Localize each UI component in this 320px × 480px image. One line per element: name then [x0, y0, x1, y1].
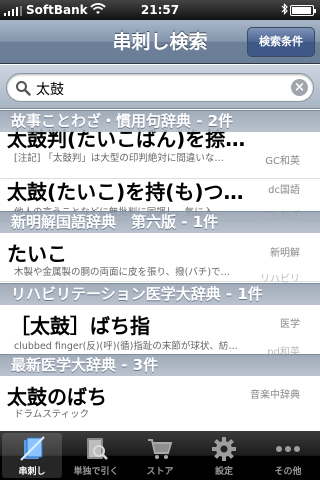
section-header: 故事ことわざ・慣用句辞典 - 2件 — [0, 110, 320, 132]
tab-label: ストア — [146, 467, 174, 477]
section-header: リハビリテーション医学大辞典 - 1件 — [0, 283, 320, 305]
battery-icon — [290, 5, 316, 16]
tab-skewer-search[interactable]: 串刺し — [2, 433, 62, 478]
clock-label: 21:57 — [140, 3, 180, 17]
status-bar: SoftBank 21:57 — [0, 0, 320, 20]
result-snippet: ドラムスティック — [14, 409, 90, 420]
result-snippet: [注記] 「太鼓判」は大型の印判絶対に間違いな… — [14, 153, 224, 164]
clear-search-icon[interactable]: × — [291, 79, 308, 96]
result-dictionary: GC和英 — [265, 156, 300, 167]
section-header: 新明解国語辞典 第六版 - 1件 — [0, 211, 320, 233]
tab-label: 設定 — [214, 467, 233, 477]
result-row[interactable]: ［太鼓］ばち指 clubbed finger(反)(呼)(循)指趾の末節が球状、… — [0, 305, 320, 358]
search-query-text: 太鼓 — [36, 82, 64, 98]
results-list[interactable]: 太鼓判(たいこばん)を捺… [注記] 「太鼓判」は大型の印判絶対に間違いな… G… — [0, 110, 320, 431]
navigation-bar: 串刺し検索 検索条件 — [0, 20, 320, 64]
result-dictionary: 新明解 — [270, 248, 300, 259]
section-header: 最新医学大辞典 - 3件 — [0, 354, 320, 376]
tab-settings[interactable]: 設定 — [194, 433, 254, 478]
result-title: たいこ — [7, 242, 67, 266]
tab-single-lookup[interactable]: 単独で引く — [66, 433, 126, 478]
result-row[interactable]: たいこ 木製や金属製の胴の両面に皮を張り、撥(バチ)で… 新明解 リハビリ — [0, 234, 320, 285]
result-dictionary: dc国語 — [268, 185, 300, 196]
search-input[interactable]: 太鼓 × — [6, 73, 314, 102]
tab-more[interactable]: その他 — [258, 433, 318, 478]
search-icon — [15, 80, 31, 96]
cart-icon — [146, 436, 174, 462]
result-dictionary: 医学 — [280, 319, 300, 330]
result-row[interactable]: 太鼓のばち ドラムスティック 音楽中辞典 — [0, 376, 320, 431]
result-title: 太鼓(たいこ)を持(も)つ… — [7, 180, 244, 204]
result-snippet: clubbed finger(反)(呼)(循)指趾の末節が球状、紡… — [14, 341, 238, 352]
result-snippet: 木製や金属製の胴の両面に皮を張り、撥(バチ)で… — [14, 267, 231, 278]
tab-label: その他 — [274, 467, 302, 477]
tab-bar: 串刺し 単独で引く ストア 設定 その他 — [0, 431, 320, 480]
tab-label: 串刺し — [18, 467, 46, 477]
tab-store[interactable]: ストア — [130, 433, 190, 478]
skewer-search-icon — [18, 436, 46, 462]
gear-icon — [210, 436, 238, 462]
bluetooth-icon — [281, 3, 288, 18]
search-options-button[interactable]: 検索条件 — [247, 27, 315, 57]
result-dictionary: 音楽中辞典 — [250, 390, 300, 401]
search-bar: 太鼓 × — [0, 65, 320, 109]
result-title: ［太鼓］ばち指 — [10, 314, 150, 338]
single-dictionary-icon — [82, 436, 110, 462]
tab-label: 単独で引く — [73, 467, 119, 477]
more-dots-icon — [274, 436, 302, 462]
